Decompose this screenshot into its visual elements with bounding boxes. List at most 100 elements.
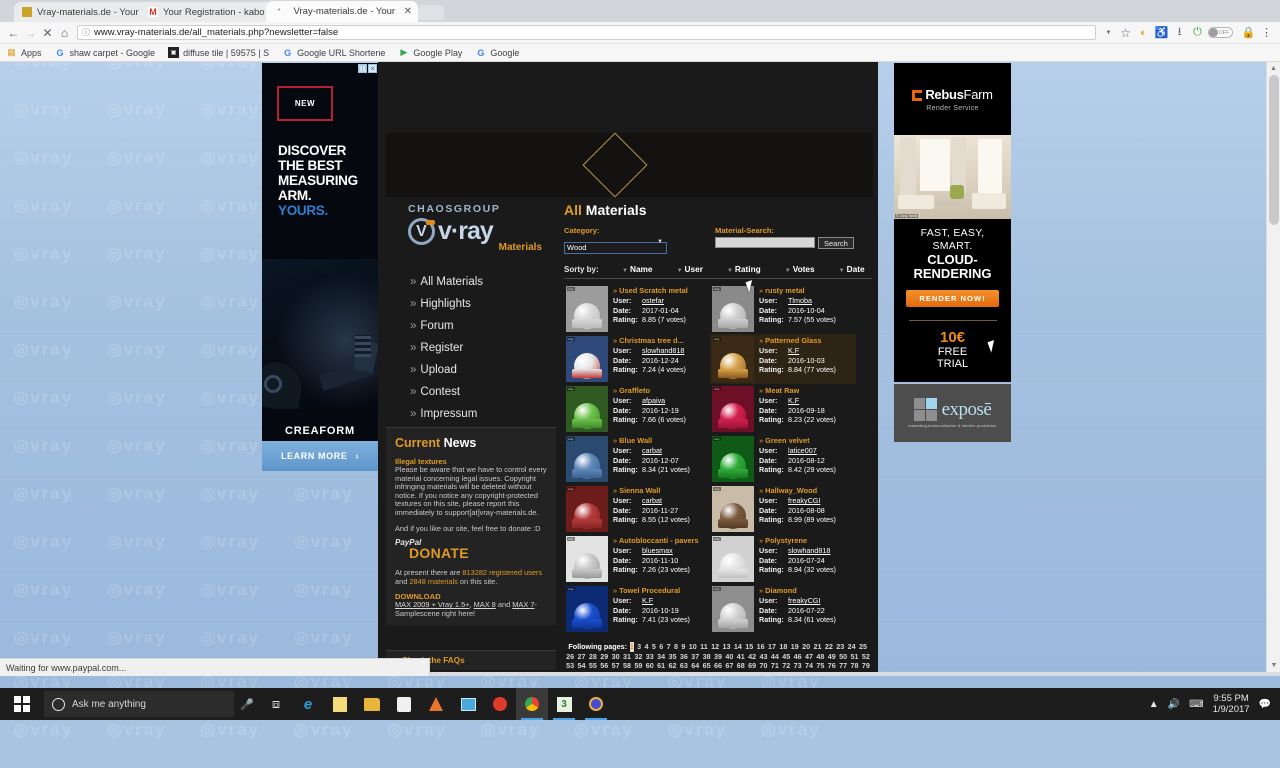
material-user[interactable]: latice007: [788, 446, 817, 456]
keyboard-icon[interactable]: ⌨: [1189, 699, 1203, 710]
material-name[interactable]: » Meat Raw: [759, 386, 856, 395]
page-link-101[interactable]: 101: [810, 671, 822, 673]
search-input[interactable]: [715, 237, 815, 248]
page-link-93[interactable]: 93: [715, 671, 723, 673]
dropdown-caret-icon[interactable]: ▼: [1100, 24, 1117, 41]
page-link-96[interactable]: 96: [750, 671, 758, 673]
material-name[interactable]: » Diamond: [759, 586, 856, 595]
page-link-1[interactable]: 1: [629, 642, 634, 652]
page-link-38[interactable]: 38: [703, 652, 711, 661]
ad-rebusfarm[interactable]: RebusFarm Render Service © Juraj Talcik …: [894, 63, 1011, 382]
material-name[interactable]: » Graffleto: [613, 386, 710, 395]
material-user[interactable]: carbat: [642, 496, 662, 506]
page-link-17[interactable]: 17: [768, 642, 776, 651]
page-link-81[interactable]: 81: [579, 671, 587, 673]
page-link-12[interactable]: 12: [711, 642, 719, 651]
page-link-83[interactable]: 83: [602, 671, 610, 673]
page-link-11[interactable]: 11: [700, 642, 708, 651]
page-link-29[interactable]: 29: [600, 652, 608, 661]
file-explorer-icon[interactable]: [356, 688, 388, 720]
back-arrow-icon[interactable]: ←: [5, 24, 22, 41]
page-link-9[interactable]: 9: [681, 642, 685, 651]
page-link-97[interactable]: 97: [761, 671, 769, 673]
page-link-54[interactable]: 54: [578, 661, 586, 670]
page-link-72[interactable]: 72: [782, 661, 790, 670]
material-card[interactable]: vray » Hallway_Wood User: freakyCGI Date: 201…: [710, 484, 856, 534]
sort-by-rating[interactable]: ▼ Rating: [727, 264, 761, 274]
page-link-34[interactable]: 34: [657, 652, 665, 661]
page-link-88[interactable]: 88: [659, 671, 667, 673]
page-link-27[interactable]: 27: [578, 652, 586, 661]
page-link-73[interactable]: 73: [794, 661, 802, 670]
site-logo[interactable]: CHAOSGROUP V v·ray Materials: [386, 197, 556, 257]
page-link-5[interactable]: 5: [652, 642, 656, 651]
material-user[interactable]: slowhand818: [788, 546, 830, 556]
page-link-47[interactable]: 47: [805, 652, 813, 661]
material-name[interactable]: » Sienna Wall: [613, 486, 710, 495]
material-name[interactable]: » Autobloccanti - pavers: [613, 536, 710, 545]
page-link-92[interactable]: 92: [704, 671, 712, 673]
material-thumbnail[interactable]: vray: [712, 286, 754, 332]
material-thumbnail[interactable]: vray: [566, 586, 608, 632]
page-link-80[interactable]: 80: [568, 671, 576, 673]
download-icon[interactable]: ⭳: [1171, 24, 1188, 41]
page-link-42[interactable]: 42: [748, 652, 756, 661]
page-link-36[interactable]: 36: [680, 652, 688, 661]
page-link-19[interactable]: 19: [791, 642, 799, 651]
material-user[interactable]: afpaiva: [642, 396, 665, 406]
page-link-59[interactable]: 59: [634, 661, 642, 670]
menu-dots-icon[interactable]: ⋮: [1258, 24, 1275, 41]
material-card[interactable]: vray » Green velvet User: latice007 Date: 201…: [710, 434, 856, 484]
page-link-46[interactable]: 46: [794, 652, 802, 661]
material-thumbnail[interactable]: vray: [566, 286, 608, 332]
page-link-21[interactable]: 21: [813, 642, 821, 651]
material-user[interactable]: bluesmax: [642, 546, 673, 556]
page-link-57[interactable]: 57: [612, 661, 620, 670]
page-link-86[interactable]: 86: [636, 671, 644, 673]
task-view-icon[interactable]: ⧈: [260, 688, 292, 720]
microphone-icon[interactable]: 🎤: [234, 688, 260, 720]
material-name[interactable]: » Blue Wall: [613, 436, 710, 445]
page-link-66[interactable]: 66: [714, 661, 722, 670]
volume-icon[interactable]: 🔊: [1168, 699, 1180, 710]
material-card[interactable]: vray » rusty metal User: Tlmoba Date: 2016-10…: [710, 284, 856, 334]
nav-item-forum[interactable]: » Forum: [410, 315, 556, 337]
page-link-50[interactable]: 50: [839, 652, 847, 661]
page-link-98[interactable]: 98: [772, 671, 780, 673]
cortana-search-box[interactable]: Ask me anything: [44, 691, 234, 717]
bookmark-google[interactable]: G Google: [475, 47, 519, 58]
page-link-74[interactable]: 74: [805, 661, 813, 670]
page-link-95[interactable]: 95: [738, 671, 746, 673]
material-card[interactable]: vray» Used Scratch metal User: ostefar Date…: [564, 284, 710, 334]
material-card[interactable]: vray » Towel Procedural User: K.F Date: 2016-…: [564, 584, 710, 634]
opera-icon[interactable]: [484, 688, 516, 720]
page-link-104[interactable]: 104: [857, 671, 869, 673]
page-link-24[interactable]: 24: [848, 642, 856, 651]
page-link-103[interactable]: 103: [841, 671, 853, 673]
material-card[interactable]: vray » Blue Wall User: carbat Date: 2016-12-0…: [564, 434, 710, 484]
material-name[interactable]: » Patterned Glass: [759, 336, 856, 345]
page-link-25[interactable]: 25: [859, 642, 867, 651]
new-tab-button[interactable]: [418, 5, 444, 20]
page-link-41[interactable]: 41: [737, 652, 745, 661]
page-link-89[interactable]: 89: [670, 671, 678, 673]
material-name[interactable]: » Green velvet: [759, 436, 856, 445]
bookmark-diffuse-tile[interactable]: ▣ diffuse tile | 59575 | S: [168, 47, 269, 58]
page-link-32[interactable]: 32: [634, 652, 642, 661]
page-link-4[interactable]: 4: [644, 642, 648, 651]
render-now-button[interactable]: RENDER NOW!: [906, 290, 999, 307]
bookmark-google-play[interactable]: ▶ Google Play: [398, 47, 462, 58]
ad-creaform[interactable]: ⓘ ✕ NEW DISCOVER THE BEST MEASURING ARM.…: [262, 63, 378, 471]
bookmark-shaw-carpet[interactable]: G shaw carpet - Google: [55, 47, 156, 58]
address-bar[interactable]: ⓘ www.vray-materials.de/all_materials.ph…: [77, 25, 1096, 40]
page-link-76[interactable]: 76: [828, 661, 836, 670]
page-link-65[interactable]: 65: [703, 661, 711, 670]
material-thumbnail[interactable]: vray: [566, 336, 608, 382]
photos-icon[interactable]: [452, 688, 484, 720]
ad-info-icon[interactable]: ⓘ: [358, 64, 367, 73]
page-link-43[interactable]: 43: [760, 652, 768, 661]
sort-by-name[interactable]: ▼ Name: [622, 264, 653, 274]
material-thumbnail[interactable]: vray: [712, 386, 754, 432]
page-link-30[interactable]: 30: [612, 652, 620, 661]
page-link-52[interactable]: 52: [862, 652, 870, 661]
